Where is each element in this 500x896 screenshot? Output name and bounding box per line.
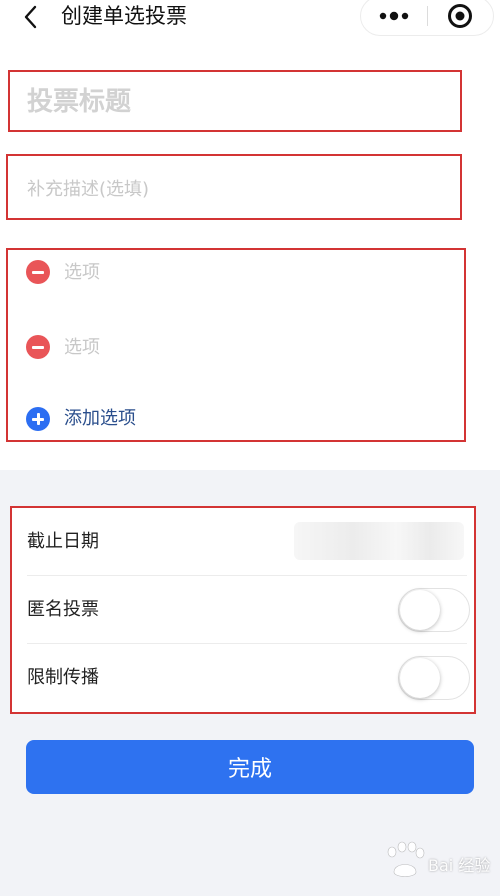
remove-option-icon[interactable] <box>26 260 50 284</box>
option-row <box>24 257 454 287</box>
restrict-sharing-toggle[interactable] <box>398 656 470 700</box>
anonymous-toggle[interactable] <box>398 588 470 632</box>
baidu-jingyan-watermark: Bai 经验 <box>380 838 490 890</box>
description-input[interactable] <box>27 174 447 204</box>
option-input[interactable] <box>64 332 444 362</box>
more-dots-icon <box>379 11 409 21</box>
close-button[interactable] <box>428 0 494 35</box>
option-row <box>24 332 454 362</box>
navigation-bar: 创建单选投票 <box>0 0 500 36</box>
chevron-left-icon <box>24 5 37 29</box>
deadline-value-blurred[interactable] <box>294 522 464 560</box>
target-circle-icon <box>448 4 472 28</box>
anonymous-label: 匿名投票 <box>27 599 99 620</box>
more-button[interactable] <box>361 0 427 35</box>
watermark-text: Bai 经验 <box>428 856 491 875</box>
paw-logo-icon <box>387 841 425 877</box>
deadline-row[interactable]: 截止日期 <box>12 508 474 576</box>
add-circle-icon <box>26 407 50 431</box>
settings-card: 截止日期 匿名投票 限制传播 <box>12 508 474 712</box>
back-button[interactable] <box>18 3 46 31</box>
toggle-knob <box>400 658 440 698</box>
vote-title-input[interactable] <box>27 84 447 120</box>
remove-option-icon[interactable] <box>26 335 50 359</box>
toggle-knob <box>400 590 440 630</box>
mini-program-capsule <box>360 0 494 36</box>
restrict-sharing-label: 限制传播 <box>27 667 99 688</box>
anonymous-row: 匿名投票 <box>12 576 474 644</box>
add-option-label: 添加选项 <box>64 408 136 429</box>
page-title: 创建单选投票 <box>61 4 187 28</box>
restrict-sharing-row: 限制传播 <box>12 644 474 712</box>
option-input[interactable] <box>64 257 444 287</box>
done-button[interactable]: 完成 <box>26 740 474 794</box>
deadline-label: 截止日期 <box>27 531 99 552</box>
